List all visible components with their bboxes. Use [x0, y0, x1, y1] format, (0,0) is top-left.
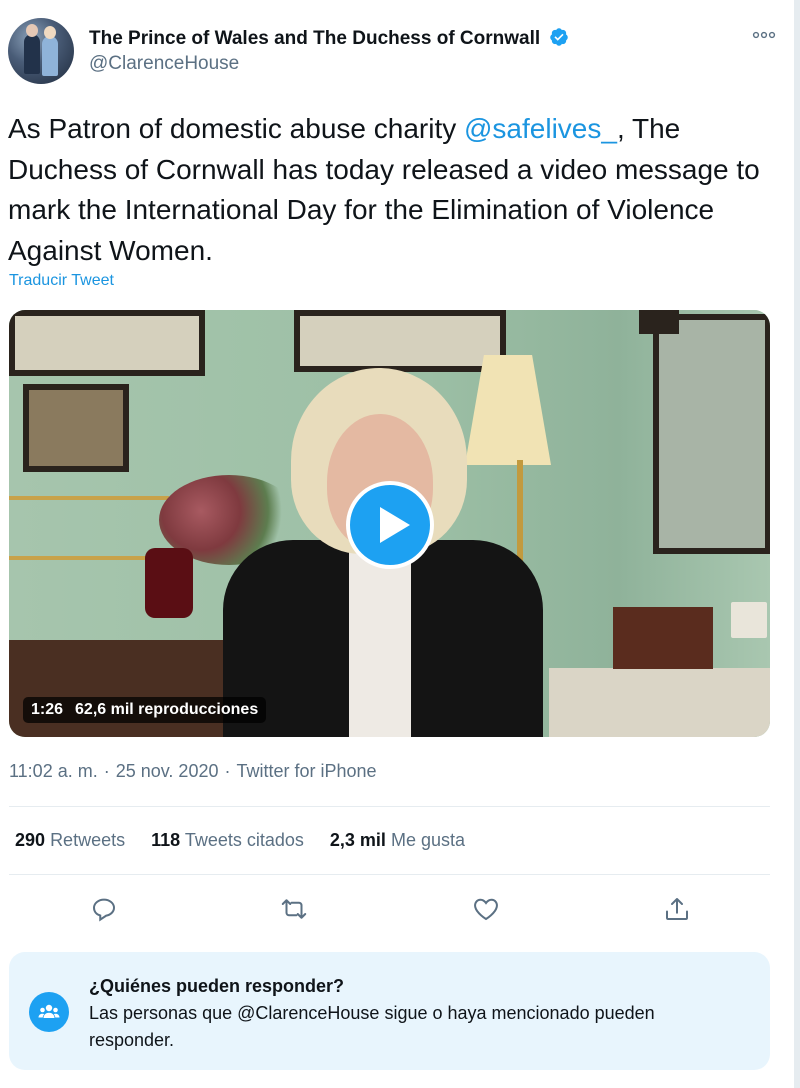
- picture-frame: [9, 310, 205, 376]
- avatar[interactable]: [8, 18, 74, 84]
- tweet-date[interactable]: 25 nov. 2020: [116, 761, 219, 781]
- picture-frame: [639, 310, 679, 334]
- tweet-text: As Patron of domestic abuse charity @saf…: [8, 109, 778, 271]
- right-border: [794, 0, 800, 1088]
- tweet-header: The Prince of Wales and The Duchess of C…: [8, 18, 778, 88]
- more-icon[interactable]: [752, 28, 776, 42]
- meta-separator: ·: [103, 761, 110, 781]
- people-icon: [38, 1004, 60, 1018]
- retweets-stat[interactable]: 290 Retweets: [15, 830, 125, 851]
- tweet-metadata: 11:02 a. m. · 25 nov. 2020 · Twitter for iPh…: [9, 761, 377, 782]
- retweets-count: 290: [15, 830, 46, 850]
- tweet-text-part-1: As Patron of domestic abuse charity: [8, 113, 464, 144]
- retweet-icon[interactable]: [279, 894, 309, 924]
- likes-label: Me gusta: [390, 830, 465, 850]
- likes-stat[interactable]: 2,3 mil Me gusta: [330, 830, 465, 851]
- picture-frame: [23, 384, 129, 472]
- reply-icon[interactable]: [89, 894, 119, 924]
- divider: [9, 874, 770, 875]
- tweet-stats: 290 Retweets 118 Tweets citados 2,3 mil …: [15, 830, 465, 851]
- brass-rail: [9, 496, 169, 500]
- vase: [145, 548, 193, 618]
- video-player[interactable]: 1:26 62,6 mil reproducciones: [9, 310, 770, 737]
- reply-restriction-title: ¿Quiénes pueden responder?: [89, 976, 345, 996]
- meta-separator: ·: [224, 761, 231, 781]
- quotes-label: Tweets citados: [184, 830, 304, 850]
- play-icon: [380, 507, 410, 543]
- quote-tweets-stat[interactable]: 118 Tweets citados: [151, 830, 304, 851]
- play-button[interactable]: [346, 481, 434, 569]
- translate-tweet-link[interactable]: Traducir Tweet: [9, 272, 114, 290]
- wooden-box: [613, 607, 713, 669]
- wainscot: [549, 668, 770, 737]
- quotes-count: 118: [151, 830, 181, 850]
- reply-restriction-notice: ¿Quiénes pueden responder? Las personas …: [9, 952, 770, 1070]
- video-duration: 1:26: [31, 701, 64, 718]
- like-icon[interactable]: [471, 894, 501, 924]
- verified-icon: [550, 28, 569, 46]
- light-switch: [731, 602, 767, 638]
- tweet-time[interactable]: 11:02 a. m.: [9, 761, 98, 781]
- author-handle[interactable]: @ClarenceHouse: [89, 53, 239, 75]
- mention-link[interactable]: @safelives_: [464, 113, 617, 144]
- video-views: 62,6 mil reproducciones: [75, 701, 259, 718]
- reply-restriction-description: Las personas que @ClarenceHouse sigue o …: [89, 1003, 655, 1050]
- likes-count: 2,3 mil: [329, 830, 386, 850]
- tweet-source[interactable]: Twitter for iPhone: [236, 761, 376, 781]
- video-info-badge: 1:26 62,6 mil reproducciones: [23, 697, 267, 723]
- retweets-label: Retweets: [50, 830, 126, 850]
- author-name[interactable]: The Prince of Wales and The Duchess of C…: [89, 27, 569, 50]
- picture-frame: [653, 314, 770, 554]
- people-icon-badge: [29, 992, 69, 1032]
- share-icon[interactable]: [662, 894, 692, 924]
- author-name-text[interactable]: The Prince of Wales and The Duchess of C…: [89, 28, 540, 49]
- tweet-actions: [9, 890, 770, 930]
- person-blouse: [349, 550, 411, 737]
- picture-frame: [294, 310, 506, 372]
- divider: [9, 806, 770, 807]
